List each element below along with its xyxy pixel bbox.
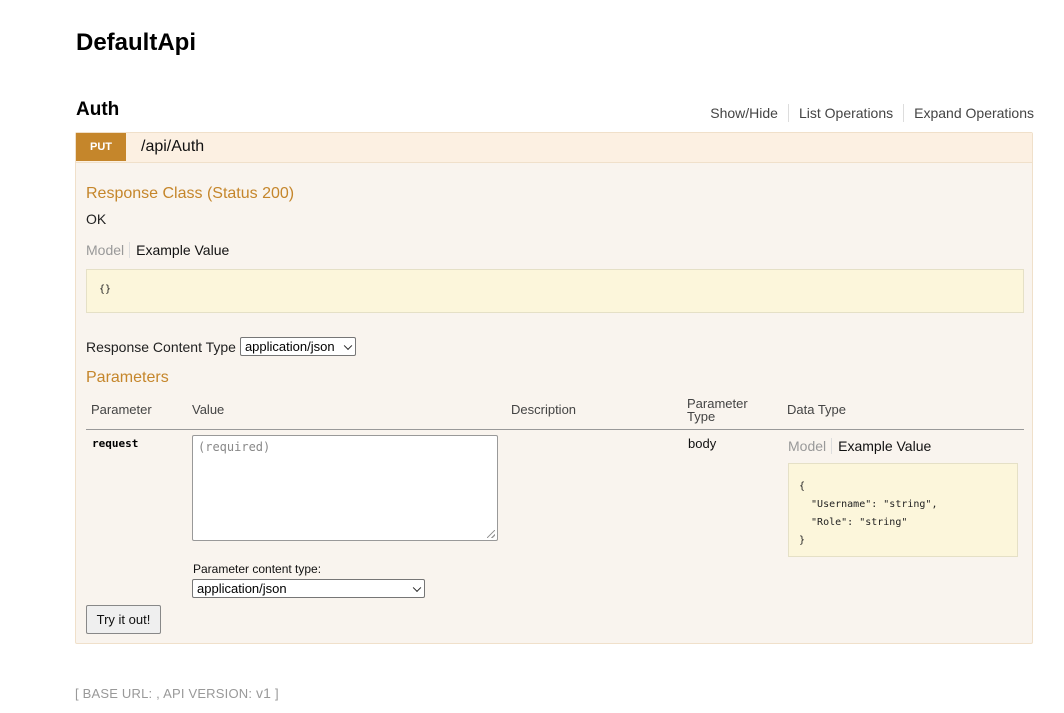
- operation-put-auth: PUT /api/Auth Response Class (Status 200…: [75, 132, 1033, 644]
- chevron-down-icon: [412, 583, 422, 592]
- footer-api-info: [ BASE URL: , API VERSION: v1 ]: [75, 685, 279, 701]
- response-example-code: {}: [86, 269, 1024, 313]
- header-parameter: Parameter: [91, 402, 152, 417]
- resource-links: Show/Hide List Operations Expand Operati…: [700, 104, 1034, 122]
- param-example-code[interactable]: { "Username": "string", "Role": "string"…: [788, 463, 1018, 557]
- response-class-title: Response Class (Status 200): [86, 185, 295, 202]
- header-description: Description: [511, 402, 577, 417]
- api-version-label: API VERSION:: [163, 686, 256, 701]
- param-content-type-label: Parameter content type:: [193, 562, 322, 576]
- response-content-type-value: application/json: [244, 339, 335, 354]
- response-description: OK: [86, 211, 107, 227]
- expand-operations-link[interactable]: Expand Operations: [903, 104, 1034, 122]
- header-data-type: Data Type: [787, 402, 847, 417]
- parameters-title: Parameters: [86, 369, 169, 386]
- show-hide-link[interactable]: Show/Hide: [700, 104, 788, 122]
- response-content-type-select[interactable]: application/json: [239, 337, 356, 356]
- param-content-type-value: application/json: [197, 581, 287, 596]
- resource-title[interactable]: Auth: [76, 99, 119, 121]
- resize-grip-icon[interactable]: [487, 530, 495, 538]
- footer-open-bracket: [: [75, 686, 83, 701]
- param-type: body: [688, 436, 717, 451]
- list-operations-link[interactable]: List Operations: [787, 104, 903, 122]
- param-model-tabs: Model Example Value: [788, 438, 931, 454]
- param-model-tab[interactable]: Model: [788, 438, 833, 454]
- header-value: Value: [192, 402, 225, 417]
- api-version-value: v1: [255, 685, 272, 701]
- api-title[interactable]: DefaultApi: [76, 29, 196, 57]
- response-content-type-row: Response Content Type application/json: [86, 337, 356, 356]
- response-example-value-tab[interactable]: Example Value: [130, 242, 229, 258]
- operation-path[interactable]: /api/Auth: [141, 138, 204, 156]
- response-model-tabs: Model Example Value: [86, 242, 229, 258]
- operation-heading[interactable]: PUT /api/Auth: [76, 133, 1032, 163]
- response-content-type-label: Response Content Type: [86, 338, 236, 355]
- parameters-table-header: Parameter Value Description Parameter Ty…: [86, 395, 1024, 430]
- footer-close-bracket: ]: [271, 686, 279, 701]
- chevron-down-icon: [343, 341, 353, 350]
- param-request-placeholder: (required): [198, 440, 271, 454]
- response-model-tab[interactable]: Model: [86, 242, 131, 258]
- try-it-out-button[interactable]: Try it out!: [86, 605, 161, 634]
- param-content-type-select[interactable]: application/json: [192, 579, 425, 598]
- param-request-textarea[interactable]: (required): [192, 435, 498, 541]
- http-method-badge[interactable]: PUT: [76, 133, 126, 161]
- base-url-label: BASE URL:: [82, 686, 157, 701]
- param-name: request: [92, 437, 139, 450]
- header-parameter-type: Parameter Type: [687, 396, 748, 424]
- param-example-value-tab[interactable]: Example Value: [832, 438, 931, 454]
